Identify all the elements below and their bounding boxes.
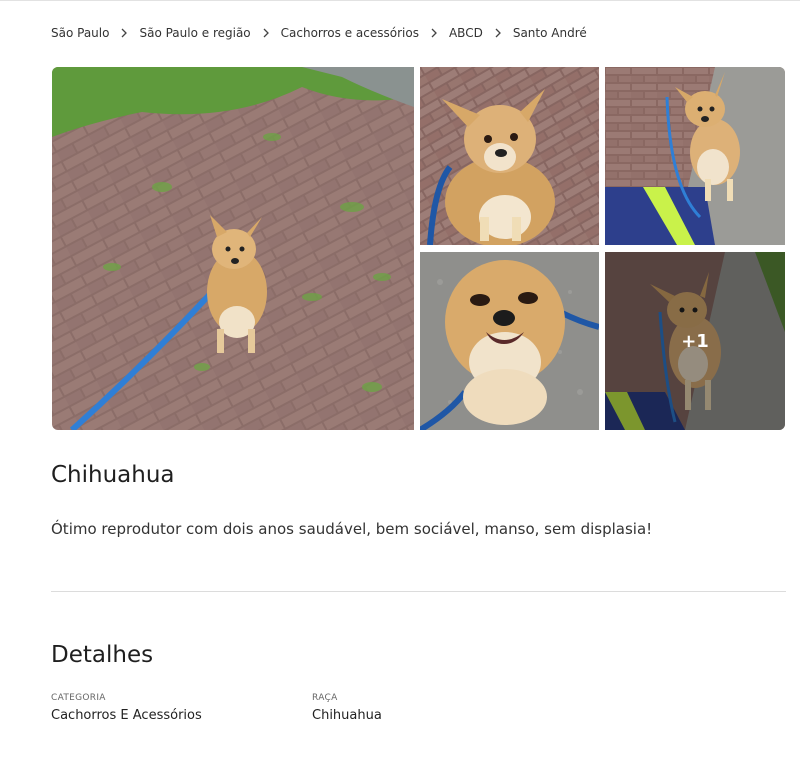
- section-divider: [51, 591, 786, 592]
- chevron-right-icon: [427, 26, 441, 40]
- detail-breed: RAÇA Chihuahua: [312, 693, 382, 723]
- listing-title: Chihuahua: [51, 462, 175, 488]
- listing-description: Ótimo reprodutor com dois anos saudável,…: [51, 520, 653, 538]
- breadcrumb-item-state[interactable]: São Paulo: [51, 26, 109, 40]
- breadcrumb-item-category[interactable]: Cachorros e acessórios: [281, 26, 419, 40]
- gallery-photo-2[interactable]: [420, 67, 599, 245]
- gallery-photo-4[interactable]: [420, 252, 599, 430]
- detail-category-value: Cachorros E Acessórios: [51, 708, 202, 723]
- breadcrumb-item-area[interactable]: ABCD: [449, 26, 483, 40]
- top-divider: [0, 0, 800, 1]
- chevron-right-icon: [259, 26, 273, 40]
- breadcrumb: São Paulo São Paulo e região Cachorros e…: [51, 26, 587, 40]
- details-heading: Detalhes: [51, 642, 154, 668]
- gallery-more-photos[interactable]: +1: [605, 252, 785, 430]
- breadcrumb-item-city[interactable]: Santo André: [513, 26, 587, 40]
- gallery-photo-3[interactable]: [605, 67, 785, 245]
- more-photos-overlay: +1: [605, 252, 785, 430]
- detail-category: CATEGORIA Cachorros E Acessórios: [51, 693, 202, 723]
- more-photos-count: +1: [681, 330, 709, 352]
- detail-breed-label: RAÇA: [312, 693, 338, 703]
- chevron-right-icon: [117, 26, 131, 40]
- photo-gallery: +1: [52, 67, 785, 430]
- gallery-main-photo[interactable]: [52, 67, 414, 430]
- breadcrumb-item-region[interactable]: São Paulo e região: [139, 26, 250, 40]
- chevron-right-icon: [491, 26, 505, 40]
- detail-breed-value: Chihuahua: [312, 708, 382, 723]
- detail-category-label: CATEGORIA: [51, 693, 106, 703]
